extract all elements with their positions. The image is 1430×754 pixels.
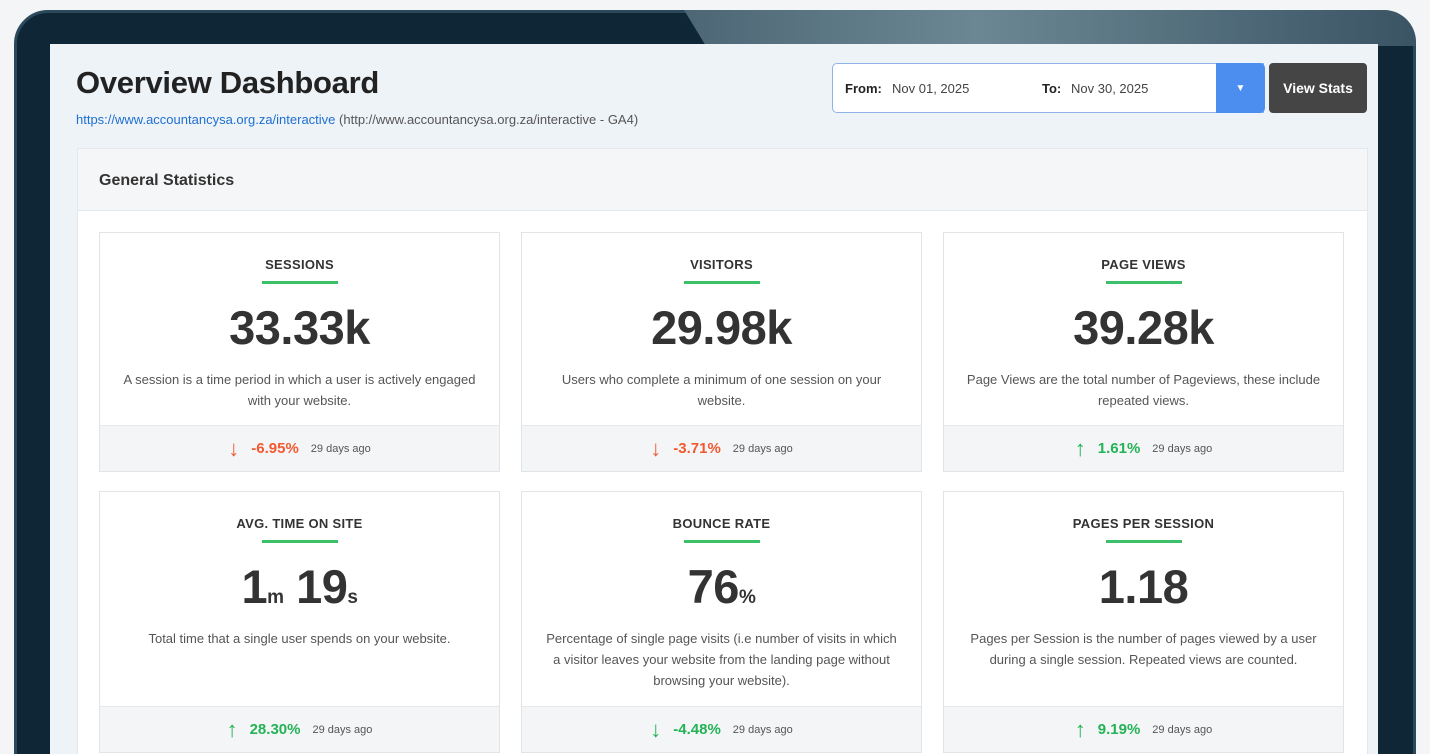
time-ago: 29 days ago xyxy=(732,723,793,736)
card-footer: ↓ -6.95% 29 days ago xyxy=(100,425,499,471)
time-ago: 29 days ago xyxy=(312,723,373,736)
time-ago: 29 days ago xyxy=(1152,723,1213,736)
stat-card-visitors: VISITORS 29.98k Users who complete a min… xyxy=(521,232,922,472)
card-value: 1.18 xyxy=(1098,560,1189,613)
chevron-down-icon: ▼ xyxy=(1235,82,1246,94)
card-value: 1m 19s xyxy=(100,559,499,614)
arrow-up-icon: ↑ xyxy=(1074,435,1086,461)
to-label: To: xyxy=(1042,81,1062,96)
card-description: Page Views are the total number of Pagev… xyxy=(966,372,1321,408)
card-value: 33.33k xyxy=(229,301,370,354)
bounce-value: 76 xyxy=(687,560,740,613)
panel-title: General Statistics xyxy=(78,149,1367,211)
card-underline xyxy=(262,540,338,543)
card-footer: ↓ -4.48% 29 days ago xyxy=(522,706,921,752)
arrow-down-icon: ↓ xyxy=(228,435,240,461)
card-footer: ↑ 28.30% 29 days ago xyxy=(100,706,499,752)
card-underline xyxy=(262,281,338,284)
card-description: Users who complete a minimum of one sess… xyxy=(561,372,882,408)
stat-card-bounce-rate: BOUNCE RATE 76% Percentage of single pag… xyxy=(521,491,922,753)
card-underline xyxy=(684,281,760,284)
dashboard-screen: Overview Dashboard https://www.accountan… xyxy=(50,44,1378,754)
card-value: 29.98k xyxy=(651,301,792,354)
from-date-value[interactable]: Nov 01, 2025 xyxy=(892,81,969,96)
page-title: Overview Dashboard xyxy=(76,65,379,100)
card-underline xyxy=(1106,540,1182,543)
card-footer: ↑ 1.61% 29 days ago xyxy=(944,425,1343,471)
arrow-down-icon: ↓ xyxy=(650,716,662,742)
card-value: 76% xyxy=(522,559,921,614)
site-line: https://www.accountancysa.org.za/interac… xyxy=(76,112,638,127)
card-title: BOUNCE RATE xyxy=(672,516,771,531)
change-percent: -6.95% xyxy=(251,440,299,457)
card-footer: ↓ -3.71% 29 days ago xyxy=(522,425,921,471)
view-stats-button[interactable]: View Stats xyxy=(1269,63,1367,113)
arrow-down-icon: ↓ xyxy=(650,435,662,461)
card-title: SESSIONS xyxy=(265,257,334,272)
seconds-unit: s xyxy=(347,587,358,608)
date-dropdown-button[interactable]: ▼ xyxy=(1216,63,1265,113)
stat-card-page-views: PAGE VIEWS 39.28k Page Views are the tot… xyxy=(943,232,1344,472)
card-description: A session is a time period in which a us… xyxy=(123,372,476,408)
time-ago: 29 days ago xyxy=(732,442,793,455)
to-date-value[interactable]: Nov 30, 2025 xyxy=(1071,81,1148,96)
card-title: PAGE VIEWS xyxy=(1101,257,1186,272)
card-value: 39.28k xyxy=(1073,301,1214,354)
arrow-up-icon: ↑ xyxy=(1074,716,1086,742)
seconds-value: 19 xyxy=(296,560,348,613)
arrow-up-icon: ↑ xyxy=(226,716,238,742)
change-percent: -4.48% xyxy=(673,721,721,738)
card-underline xyxy=(1106,281,1182,284)
time-ago: 29 days ago xyxy=(1152,442,1213,455)
time-ago: 29 days ago xyxy=(310,442,371,455)
card-footer: ↑ 9.19% 29 days ago xyxy=(944,706,1343,752)
site-url-link[interactable]: https://www.accountancysa.org.za/interac… xyxy=(76,112,335,127)
stat-card-sessions: SESSIONS 33.33k A session is a time peri… xyxy=(99,232,500,472)
minutes-value: 1 xyxy=(241,560,268,613)
change-percent: 28.30% xyxy=(249,721,301,738)
change-percent: -3.71% xyxy=(673,440,721,457)
date-range-picker[interactable]: From: Nov 01, 2025 To: Nov 30, 2025 xyxy=(832,63,1264,113)
device-glare xyxy=(684,10,1416,46)
general-statistics-panel: General Statistics SESSIONS 33.33k A ses… xyxy=(77,148,1368,754)
card-title: PAGES PER SESSION xyxy=(1072,516,1215,531)
minutes-unit: m xyxy=(267,587,284,608)
card-description: Total time that a single user spends on … xyxy=(148,631,451,646)
percent-unit: % xyxy=(738,587,756,608)
card-title: VISITORS xyxy=(690,257,753,272)
from-label: From: xyxy=(845,81,882,96)
card-description: Percentage of single page visits (i.e nu… xyxy=(546,631,897,688)
card-underline xyxy=(684,540,760,543)
change-percent: 1.61% xyxy=(1097,440,1141,457)
change-percent: 9.19% xyxy=(1097,721,1141,738)
card-title: AVG. TIME ON SITE xyxy=(236,516,363,531)
stat-card-avg-time-on-site: AVG. TIME ON SITE 1m 19s Total time that… xyxy=(99,491,500,753)
site-suffix: (http://www.accountancysa.org.za/interac… xyxy=(339,112,639,127)
stat-card-pages-per-session: PAGES PER SESSION 1.18 Pages per Session… xyxy=(943,491,1344,753)
card-description: Pages per Session is the number of pages… xyxy=(970,631,1317,667)
